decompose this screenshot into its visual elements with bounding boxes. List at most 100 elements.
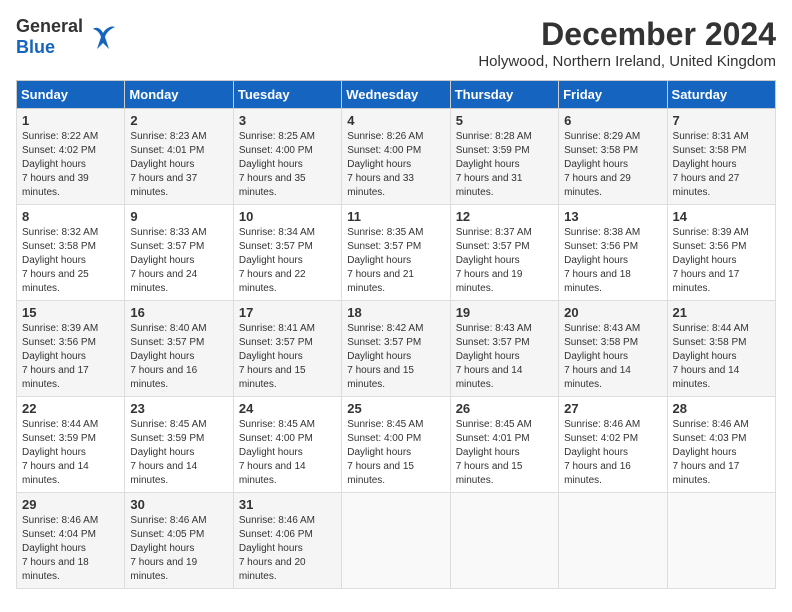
day-info: Sunrise: 8:39 AM Sunset: 3:56 PM Dayligh… xyxy=(673,226,770,296)
day-info: Sunrise: 8:45 AM Sunset: 4:00 PM Dayligh… xyxy=(347,418,444,488)
calendar-cell: 3 Sunrise: 8:25 AM Sunset: 4:00 PM Dayli… xyxy=(233,109,341,205)
day-info: Sunrise: 8:46 AM Sunset: 4:05 PM Dayligh… xyxy=(130,514,227,584)
month-year: December 2024 xyxy=(478,16,776,53)
day-info: Sunrise: 8:45 AM Sunset: 3:59 PM Dayligh… xyxy=(130,418,227,488)
day-info: Sunrise: 8:45 AM Sunset: 4:00 PM Dayligh… xyxy=(239,418,336,488)
calendar-cell: 11 Sunrise: 8:35 AM Sunset: 3:57 PM Dayl… xyxy=(342,205,450,301)
day-info: Sunrise: 8:40 AM Sunset: 3:57 PM Dayligh… xyxy=(130,322,227,392)
day-info: Sunrise: 8:44 AM Sunset: 3:58 PM Dayligh… xyxy=(673,322,770,392)
calendar-week-3: 15 Sunrise: 8:39 AM Sunset: 3:56 PM Dayl… xyxy=(17,301,776,397)
calendar-cell: 6 Sunrise: 8:29 AM Sunset: 3:58 PM Dayli… xyxy=(559,109,667,205)
calendar-cell: 5 Sunrise: 8:28 AM Sunset: 3:59 PM Dayli… xyxy=(450,109,558,205)
day-number: 25 xyxy=(347,401,444,416)
day-info: Sunrise: 8:43 AM Sunset: 3:58 PM Dayligh… xyxy=(564,322,661,392)
day-number: 21 xyxy=(673,305,770,320)
calendar-week-5: 29 Sunrise: 8:46 AM Sunset: 4:04 PM Dayl… xyxy=(17,493,776,589)
day-info: Sunrise: 8:46 AM Sunset: 4:04 PM Dayligh… xyxy=(22,514,119,584)
calendar-cell: 26 Sunrise: 8:45 AM Sunset: 4:01 PM Dayl… xyxy=(450,397,558,493)
day-number: 17 xyxy=(239,305,336,320)
calendar-cell: 17 Sunrise: 8:41 AM Sunset: 3:57 PM Dayl… xyxy=(233,301,341,397)
header-row: SundayMondayTuesdayWednesdayThursdayFrid… xyxy=(17,81,776,109)
calendar-cell: 30 Sunrise: 8:46 AM Sunset: 4:05 PM Dayl… xyxy=(125,493,233,589)
day-info: Sunrise: 8:35 AM Sunset: 3:57 PM Dayligh… xyxy=(347,226,444,296)
day-info: Sunrise: 8:41 AM Sunset: 3:57 PM Dayligh… xyxy=(239,322,336,392)
calendar-cell: 24 Sunrise: 8:45 AM Sunset: 4:00 PM Dayl… xyxy=(233,397,341,493)
day-info: Sunrise: 8:22 AM Sunset: 4:02 PM Dayligh… xyxy=(22,130,119,200)
day-number: 15 xyxy=(22,305,119,320)
day-number: 4 xyxy=(347,113,444,128)
day-info: Sunrise: 8:43 AM Sunset: 3:57 PM Dayligh… xyxy=(456,322,553,392)
day-header-saturday: Saturday xyxy=(667,81,775,109)
day-info: Sunrise: 8:33 AM Sunset: 3:57 PM Dayligh… xyxy=(130,226,227,296)
header: General Blue December 2024 Holywood, Nor… xyxy=(16,16,776,70)
logo-text: General Blue xyxy=(16,16,83,58)
day-info: Sunrise: 8:38 AM Sunset: 3:56 PM Dayligh… xyxy=(564,226,661,296)
day-header-friday: Friday xyxy=(559,81,667,109)
day-number: 7 xyxy=(673,113,770,128)
title-area: December 2024 Holywood, Northern Ireland… xyxy=(478,16,776,70)
day-number: 14 xyxy=(673,209,770,224)
day-info: Sunrise: 8:42 AM Sunset: 3:57 PM Dayligh… xyxy=(347,322,444,392)
calendar-body: 1 Sunrise: 8:22 AM Sunset: 4:02 PM Dayli… xyxy=(17,109,776,589)
day-number: 23 xyxy=(130,401,227,416)
calendar-week-4: 22 Sunrise: 8:44 AM Sunset: 3:59 PM Dayl… xyxy=(17,397,776,493)
day-info: Sunrise: 8:32 AM Sunset: 3:58 PM Dayligh… xyxy=(22,226,119,296)
day-info: Sunrise: 8:25 AM Sunset: 4:00 PM Dayligh… xyxy=(239,130,336,200)
calendar-cell: 31 Sunrise: 8:46 AM Sunset: 4:06 PM Dayl… xyxy=(233,493,341,589)
day-number: 5 xyxy=(456,113,553,128)
day-number: 12 xyxy=(456,209,553,224)
day-number: 16 xyxy=(130,305,227,320)
day-number: 27 xyxy=(564,401,661,416)
day-number: 18 xyxy=(347,305,444,320)
day-info: Sunrise: 8:34 AM Sunset: 3:57 PM Dayligh… xyxy=(239,226,336,296)
day-header-sunday: Sunday xyxy=(17,81,125,109)
day-number: 8 xyxy=(22,209,119,224)
day-header-tuesday: Tuesday xyxy=(233,81,341,109)
day-info: Sunrise: 8:39 AM Sunset: 3:56 PM Dayligh… xyxy=(22,322,119,392)
day-info: Sunrise: 8:46 AM Sunset: 4:03 PM Dayligh… xyxy=(673,418,770,488)
calendar-cell: 21 Sunrise: 8:44 AM Sunset: 3:58 PM Dayl… xyxy=(667,301,775,397)
calendar-cell: 14 Sunrise: 8:39 AM Sunset: 3:56 PM Dayl… xyxy=(667,205,775,301)
day-number: 9 xyxy=(130,209,227,224)
calendar-cell: 4 Sunrise: 8:26 AM Sunset: 4:00 PM Dayli… xyxy=(342,109,450,205)
day-number: 22 xyxy=(22,401,119,416)
calendar-cell: 8 Sunrise: 8:32 AM Sunset: 3:58 PM Dayli… xyxy=(17,205,125,301)
calendar-cell: 9 Sunrise: 8:33 AM Sunset: 3:57 PM Dayli… xyxy=(125,205,233,301)
day-number: 30 xyxy=(130,497,227,512)
day-info: Sunrise: 8:44 AM Sunset: 3:59 PM Dayligh… xyxy=(22,418,119,488)
day-number: 6 xyxy=(564,113,661,128)
day-number: 24 xyxy=(239,401,336,416)
calendar-cell xyxy=(667,493,775,589)
calendar-cell: 22 Sunrise: 8:44 AM Sunset: 3:59 PM Dayl… xyxy=(17,397,125,493)
day-info: Sunrise: 8:28 AM Sunset: 3:59 PM Dayligh… xyxy=(456,130,553,200)
logo: General Blue xyxy=(16,16,119,58)
day-number: 29 xyxy=(22,497,119,512)
day-number: 3 xyxy=(239,113,336,128)
day-number: 1 xyxy=(22,113,119,128)
day-header-thursday: Thursday xyxy=(450,81,558,109)
day-number: 2 xyxy=(130,113,227,128)
day-info: Sunrise: 8:45 AM Sunset: 4:01 PM Dayligh… xyxy=(456,418,553,488)
day-info: Sunrise: 8:46 AM Sunset: 4:02 PM Dayligh… xyxy=(564,418,661,488)
day-number: 11 xyxy=(347,209,444,224)
calendar-week-2: 8 Sunrise: 8:32 AM Sunset: 3:58 PM Dayli… xyxy=(17,205,776,301)
logo-blue: Blue xyxy=(16,37,55,57)
calendar-cell: 15 Sunrise: 8:39 AM Sunset: 3:56 PM Dayl… xyxy=(17,301,125,397)
day-info: Sunrise: 8:31 AM Sunset: 3:58 PM Dayligh… xyxy=(673,130,770,200)
calendar-cell: 23 Sunrise: 8:45 AM Sunset: 3:59 PM Dayl… xyxy=(125,397,233,493)
location: Holywood, Northern Ireland, United Kingd… xyxy=(478,53,776,70)
day-header-monday: Monday xyxy=(125,81,233,109)
calendar-cell: 2 Sunrise: 8:23 AM Sunset: 4:01 PM Dayli… xyxy=(125,109,233,205)
day-header-wednesday: Wednesday xyxy=(342,81,450,109)
calendar-cell: 13 Sunrise: 8:38 AM Sunset: 3:56 PM Dayl… xyxy=(559,205,667,301)
calendar-cell: 19 Sunrise: 8:43 AM Sunset: 3:57 PM Dayl… xyxy=(450,301,558,397)
day-number: 28 xyxy=(673,401,770,416)
logo-general: General xyxy=(16,16,83,36)
day-number: 31 xyxy=(239,497,336,512)
calendar-cell: 27 Sunrise: 8:46 AM Sunset: 4:02 PM Dayl… xyxy=(559,397,667,493)
calendar-cell: 7 Sunrise: 8:31 AM Sunset: 3:58 PM Dayli… xyxy=(667,109,775,205)
day-number: 20 xyxy=(564,305,661,320)
calendar-cell: 28 Sunrise: 8:46 AM Sunset: 4:03 PM Dayl… xyxy=(667,397,775,493)
calendar-cell xyxy=(342,493,450,589)
calendar-header: SundayMondayTuesdayWednesdayThursdayFrid… xyxy=(17,81,776,109)
